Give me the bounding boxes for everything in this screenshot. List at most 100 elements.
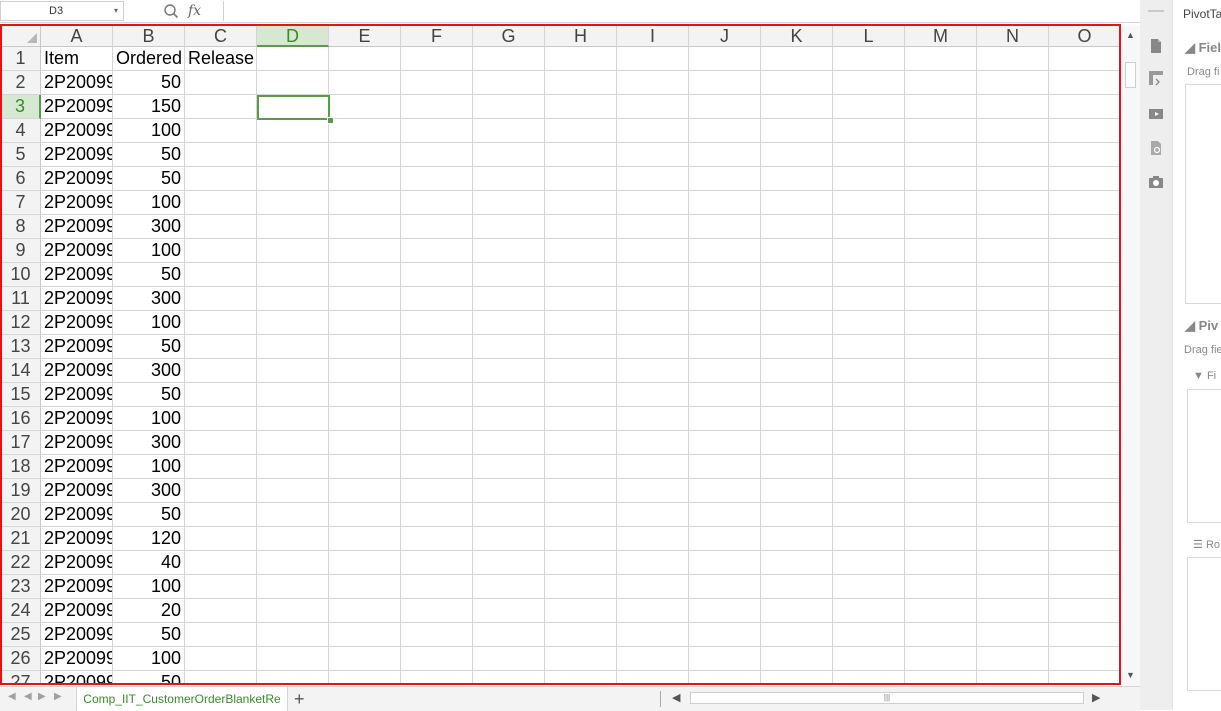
cell-empty[interactable] — [1049, 143, 1120, 167]
column-header-c[interactable]: C — [185, 26, 257, 47]
cell-empty[interactable] — [977, 599, 1049, 623]
cell-empty[interactable] — [329, 311, 401, 335]
cell-empty[interactable] — [473, 167, 545, 191]
row-header[interactable]: 9 — [1, 239, 41, 263]
cell-b[interactable]: 50 — [113, 167, 185, 191]
cell-b[interactable]: 300 — [113, 359, 185, 383]
cell-empty[interactable] — [833, 71, 905, 95]
cell-empty[interactable] — [401, 383, 473, 407]
cell-empty[interactable] — [401, 407, 473, 431]
cell-empty[interactable] — [833, 335, 905, 359]
cell-empty[interactable] — [833, 431, 905, 455]
cell-empty[interactable] — [257, 47, 329, 71]
row-header[interactable]: 17 — [1, 431, 41, 455]
row-header[interactable]: 8 — [1, 215, 41, 239]
cell-empty[interactable] — [1049, 311, 1120, 335]
cell-empty[interactable] — [905, 647, 977, 671]
cell-a[interactable]: 2P20099 — [41, 359, 113, 383]
cell-empty[interactable] — [905, 239, 977, 263]
cell-empty[interactable] — [257, 119, 329, 143]
cell-empty[interactable] — [617, 239, 689, 263]
cell-a[interactable]: 2P20099 — [41, 239, 113, 263]
cell-empty[interactable] — [833, 455, 905, 479]
cell-empty[interactable] — [473, 335, 545, 359]
cell-empty[interactable] — [1049, 599, 1120, 623]
column-header-o[interactable]: O — [1049, 26, 1120, 47]
cell-b[interactable]: 100 — [113, 311, 185, 335]
cell-c[interactable] — [185, 215, 257, 239]
cell-empty[interactable] — [905, 599, 977, 623]
cell-empty[interactable] — [545, 167, 617, 191]
cell-c[interactable] — [185, 287, 257, 311]
cell-b[interactable]: 100 — [113, 647, 185, 671]
cell-empty[interactable] — [617, 215, 689, 239]
cell-empty[interactable] — [617, 287, 689, 311]
cell-empty[interactable] — [545, 551, 617, 575]
cell-b[interactable]: 50 — [113, 383, 185, 407]
cell-empty[interactable] — [329, 383, 401, 407]
cell-empty[interactable] — [329, 71, 401, 95]
cell-empty[interactable] — [977, 575, 1049, 599]
cell-empty[interactable] — [905, 95, 977, 119]
cell-empty[interactable] — [257, 287, 329, 311]
cell-a[interactable]: 2P20099 — [41, 143, 113, 167]
column-header-h[interactable]: H — [545, 26, 617, 47]
cell-empty[interactable] — [401, 359, 473, 383]
cell-empty[interactable] — [761, 623, 833, 647]
cell-empty[interactable] — [473, 263, 545, 287]
cell-c[interactable] — [185, 575, 257, 599]
cell-empty[interactable] — [545, 455, 617, 479]
cell-empty[interactable] — [257, 335, 329, 359]
cell-empty[interactable] — [617, 599, 689, 623]
cell-empty[interactable] — [1049, 551, 1120, 575]
cell-empty[interactable] — [257, 383, 329, 407]
cell-empty[interactable] — [401, 95, 473, 119]
row-header[interactable]: 2 — [1, 71, 41, 95]
cell-empty[interactable] — [545, 575, 617, 599]
cell-a[interactable]: 2P20099 — [41, 575, 113, 599]
cell-empty[interactable] — [329, 287, 401, 311]
cell-empty[interactable] — [257, 503, 329, 527]
cell-empty[interactable] — [689, 71, 761, 95]
cell-empty[interactable] — [833, 119, 905, 143]
cell-empty[interactable] — [833, 383, 905, 407]
cell-b[interactable]: 300 — [113, 287, 185, 311]
cell-empty[interactable] — [689, 503, 761, 527]
cell-empty[interactable] — [833, 263, 905, 287]
cell-empty[interactable] — [761, 191, 833, 215]
cell-empty[interactable] — [905, 527, 977, 551]
cell-empty[interactable] — [761, 239, 833, 263]
row-header[interactable]: 3 — [1, 95, 41, 119]
scroll-down-icon[interactable]: ▼ — [1126, 670, 1135, 680]
cell-empty[interactable] — [689, 95, 761, 119]
cell-empty[interactable] — [905, 359, 977, 383]
cell-empty[interactable] — [257, 647, 329, 671]
row-header[interactable]: 6 — [1, 167, 41, 191]
cell-empty[interactable] — [473, 191, 545, 215]
cell-empty[interactable] — [1049, 647, 1120, 671]
cell-empty[interactable] — [761, 503, 833, 527]
column-header-e[interactable]: E — [329, 26, 401, 47]
cell-empty[interactable] — [1049, 527, 1120, 551]
cell-c[interactable] — [185, 383, 257, 407]
cell-empty[interactable] — [257, 671, 329, 683]
cell-empty[interactable] — [977, 431, 1049, 455]
pivot-section-header[interactable]: ◢ Piv — [1185, 318, 1218, 334]
pivot-table-icon[interactable] — [1148, 70, 1164, 86]
cell-empty[interactable] — [257, 71, 329, 95]
cell-a[interactable]: 2P20099 — [41, 167, 113, 191]
cell-a[interactable]: Item — [41, 47, 113, 71]
cell-empty[interactable] — [689, 551, 761, 575]
cell-empty[interactable] — [473, 623, 545, 647]
cell-empty[interactable] — [329, 119, 401, 143]
row-header[interactable]: 11 — [1, 287, 41, 311]
cell-empty[interactable] — [545, 263, 617, 287]
cell-empty[interactable] — [1049, 335, 1120, 359]
cell-empty[interactable] — [689, 431, 761, 455]
cell-empty[interactable] — [761, 551, 833, 575]
cell-empty[interactable] — [545, 287, 617, 311]
cell-c[interactable] — [185, 479, 257, 503]
cell-empty[interactable] — [329, 263, 401, 287]
cell-empty[interactable] — [617, 311, 689, 335]
cell-a[interactable]: 2P20099 — [41, 335, 113, 359]
